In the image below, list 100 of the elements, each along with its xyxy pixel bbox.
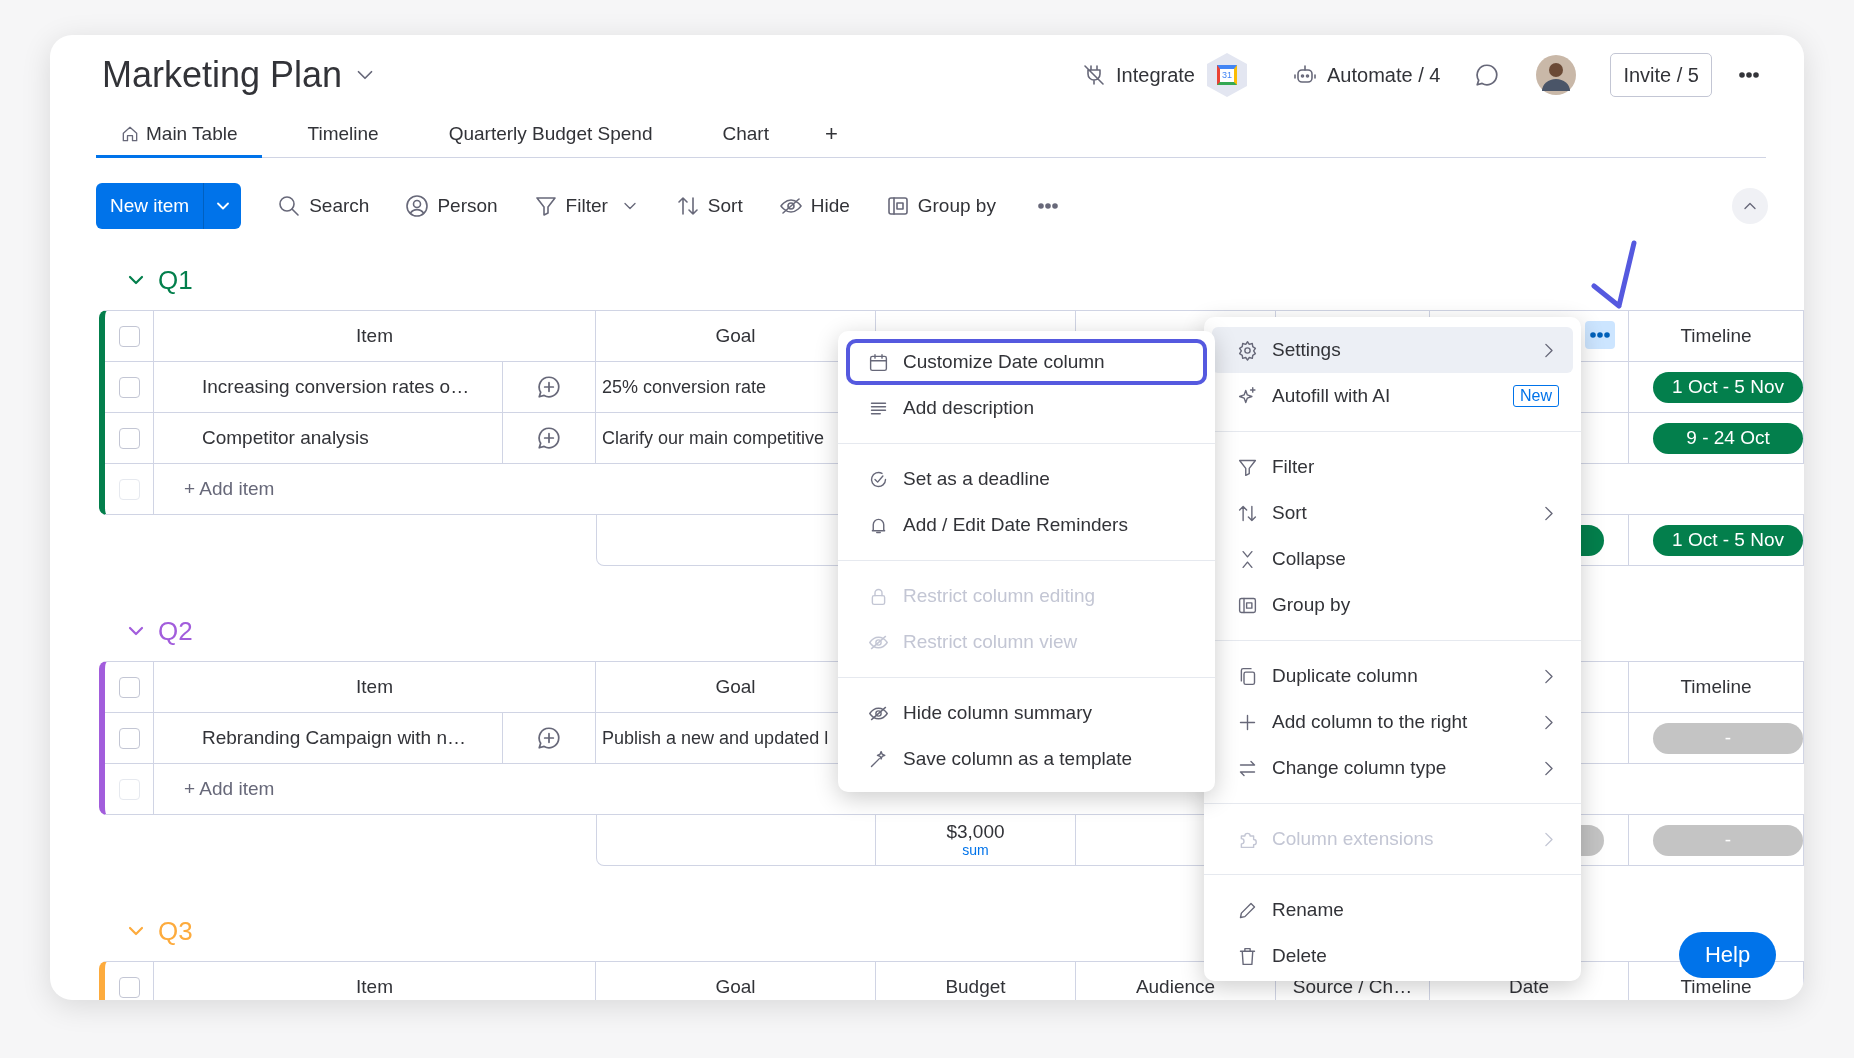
add-view-button[interactable]: + [814,113,848,158]
filter-icon [533,194,558,218]
view-tab[interactable]: Quarterly Budget Spend [424,113,677,158]
column-header: Timeline [1680,976,1752,998]
budget-sum: $3,000 [946,822,1005,842]
menu-item-label: Column extensions [1272,828,1435,850]
add-item-button[interactable]: + Add item [184,478,275,500]
group-title: Q3 [158,915,193,947]
menu-item-label: Add column to the right [1272,711,1469,733]
item-name[interactable]: Rebranding Campaign with n… [202,727,467,749]
add-update-icon[interactable] [536,425,562,451]
menu-item-label: Group by [1272,594,1352,616]
unplug-icon [1082,63,1107,87]
menu-item[interactable]: Filter [1212,444,1573,490]
menu-item[interactable]: Hide column summary [846,690,1207,736]
menu-item-label: Restrict column editing [903,585,1097,607]
toolbar-button[interactable]: Hide [778,194,850,218]
row-checkbox[interactable] [118,325,140,347]
column-header: Item [356,976,393,998]
menu-item[interactable]: Add column to the right [1212,699,1573,745]
sort-icon [675,194,700,218]
menu-item-label: Rename [1272,899,1345,921]
row-checkbox[interactable] [118,427,140,449]
invite-button[interactable]: Invite / 5 [1610,53,1712,97]
automate-button[interactable]: Automate / 4 [1293,63,1441,87]
row-checkbox[interactable] [118,376,140,398]
sum-label: sum [962,842,989,858]
item-name[interactable]: Increasing conversion rates o… [202,376,470,398]
table-cell: 25% conversion rate [602,376,767,398]
column-menu-button[interactable] [1585,321,1615,349]
view-tab[interactable]: Main Table [96,113,262,158]
column-header: Date [1508,976,1550,998]
menu-item-label: Hide column summary [903,702,1093,724]
person-icon [405,194,430,218]
menu-item[interactable]: Autofill with AI New [1212,373,1573,419]
toolbar-button[interactable]: Person [405,194,498,218]
add-item-button[interactable]: + Add item [184,778,275,800]
trash-icon [1237,945,1258,967]
settings-icon [1237,339,1258,361]
menu-item[interactable]: Collapse [1212,536,1573,582]
toolbar-button[interactable]: Filter [533,194,608,218]
column-header: Goal [715,325,756,347]
menu-item-label: Autofill with AI [1272,385,1392,407]
add-update-icon[interactable] [536,725,562,751]
menu-item[interactable]: Add description [846,385,1207,431]
menu-item-label: Restrict column view [903,631,1079,653]
menu-item-label: Add / Edit Date Reminders [903,514,1129,536]
more-icon [1590,332,1610,338]
column-header: Budget [945,976,1006,998]
toolbar-button[interactable]: Group by [885,194,996,218]
column-header: Timeline [1680,676,1752,698]
view-tab[interactable]: Timeline [283,113,403,158]
search-icon [277,194,302,218]
avatar[interactable] [1536,55,1577,95]
view-tab[interactable]: Chart [698,113,793,158]
row-checkbox[interactable] [118,976,140,998]
menu-item[interactable]: Sort [1212,490,1573,536]
row-checkbox[interactable] [118,727,140,749]
menu-item[interactable]: Set as a deadline [846,456,1207,502]
menu-item[interactable]: Save column as a template [846,736,1207,782]
chat-icon[interactable] [1474,62,1501,88]
timeline-pill: 1 Oct - 5 Nov [1653,524,1803,556]
column-header: Goal [715,976,756,998]
menu-item[interactable]: Change column type [1212,745,1573,791]
calendar-icon [868,351,889,373]
add-update-icon[interactable] [536,374,562,400]
help-button[interactable]: Help [1679,932,1776,978]
menu-item[interactable]: Group by [1212,582,1573,628]
menu-item-label: Collapse [1272,548,1347,570]
group-title: Q1 [158,264,193,296]
column-header: Goal [715,676,756,698]
new-badge: New [1513,385,1559,407]
menu-item-label: Filter [1272,456,1316,478]
timeline-pill[interactable]: 9 - 24 Oct [1653,422,1803,454]
menu-item[interactable]: Duplicate column [1212,653,1573,699]
menu-item-label: Set as a deadline [903,468,1051,490]
table-cell: Publish a new and updated l [602,727,829,749]
menu-item-label: Customize Date column [903,351,1106,373]
menu-item[interactable]: Rename [1212,887,1573,933]
menu-item[interactable]: Delete [1212,933,1573,979]
menu-item[interactable]: Settings [1212,327,1573,373]
menu-item-label: Settings [1272,339,1342,361]
menu-item-label: Add description [903,397,1035,419]
timeline-pill[interactable]: 1 Oct - 5 Nov [1653,371,1803,403]
toolbar-button[interactable]: Search [277,194,370,218]
timeline-pill: - [1653,824,1803,856]
toolbar-button[interactable]: Sort [675,194,743,218]
menu-item-label: Delete [1272,945,1328,967]
column-header: Timeline [1680,325,1752,347]
menu-item[interactable]: Add / Edit Date Reminders [846,502,1207,548]
menu-item-label: Change column type [1272,757,1448,779]
menu-item[interactable]: Customize Date column [846,339,1207,385]
group-title: Q2 [158,615,193,647]
menu-item-label: Save column as a template [903,748,1134,770]
integrate-button[interactable]: Integrate [1082,63,1195,87]
new-item-button[interactable]: New item [96,183,204,229]
row-checkbox[interactable] [118,676,140,698]
item-name[interactable]: Competitor analysis [202,427,369,449]
new-item-dropdown[interactable] [203,183,242,229]
group-icon [885,194,910,218]
